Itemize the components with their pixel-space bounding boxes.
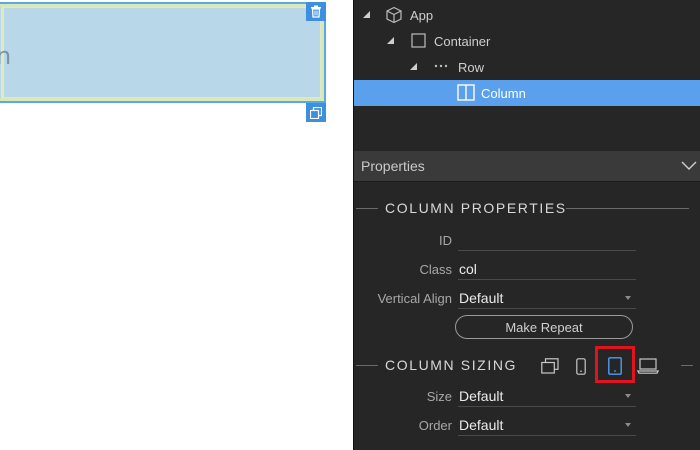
tree-item-label: Container — [434, 34, 490, 49]
vertical-align-value: Default — [459, 290, 503, 306]
section-title-label: COLUMN PROPERTIES — [385, 200, 567, 216]
inspector-panel: App Container Row Column Properties — [353, 0, 700, 450]
chevron-down-icon[interactable] — [681, 159, 697, 175]
tree-item-container[interactable]: Container — [354, 28, 700, 54]
dropdown-arrow-icon — [625, 296, 631, 300]
class-label: Class — [419, 262, 452, 277]
tree-item-label: Row — [458, 60, 484, 75]
dropdown-arrow-icon — [625, 394, 631, 398]
make-repeat-label: Make Repeat — [505, 320, 582, 335]
column-border — [0, 4, 324, 101]
trash-icon — [310, 5, 322, 18]
size-value: Default — [459, 388, 503, 404]
properties-section-header[interactable]: Properties — [354, 151, 700, 182]
column-properties-heading: COLUMN PROPERTIES — [354, 198, 700, 218]
tree-item-label: Column — [481, 86, 526, 101]
tree-item-app[interactable]: App — [354, 2, 700, 28]
clone-icon — [310, 107, 322, 119]
dropdown-arrow-icon — [625, 423, 631, 427]
design-canvas[interactable]: n — [0, 0, 353, 450]
expand-triangle-icon[interactable] — [387, 37, 394, 44]
class-value: col — [459, 261, 477, 277]
delete-element-button[interactable] — [306, 2, 326, 21]
order-label: Order — [419, 418, 452, 433]
vertical-align-select[interactable]: Default — [458, 287, 636, 309]
id-input[interactable] — [458, 229, 636, 251]
size-label: Size — [427, 389, 452, 404]
square-icon — [411, 33, 426, 48]
ellipsis-icon — [434, 61, 448, 71]
size-select[interactable]: Default — [458, 385, 636, 407]
all-devices-icon[interactable] — [539, 352, 561, 380]
order-select[interactable]: Default — [458, 414, 636, 436]
clone-element-button[interactable] — [306, 103, 326, 122]
expand-triangle-icon[interactable] — [410, 63, 417, 70]
highlight-annotation-box — [595, 346, 635, 383]
column-content-text: n — [0, 42, 11, 70]
phone-icon[interactable] — [573, 352, 589, 380]
make-repeat-button[interactable]: Make Repeat — [455, 315, 633, 339]
cube-icon — [385, 6, 403, 24]
tree-item-label: App — [410, 8, 433, 23]
tree-item-row[interactable]: Row — [354, 54, 700, 80]
vertical-align-label: Vertical Align — [378, 291, 452, 306]
class-input[interactable]: col — [458, 258, 636, 280]
order-value: Default — [459, 417, 503, 433]
id-label: ID — [439, 233, 452, 248]
section-title-label: COLUMN SIZING — [385, 357, 517, 373]
selected-column-element[interactable]: n — [0, 2, 326, 103]
column-icon — [457, 84, 475, 101]
laptop-icon[interactable] — [636, 352, 660, 380]
properties-header-label: Properties — [361, 158, 425, 174]
tree-item-column[interactable]: Column — [354, 80, 700, 106]
expand-triangle-icon[interactable] — [363, 11, 370, 18]
